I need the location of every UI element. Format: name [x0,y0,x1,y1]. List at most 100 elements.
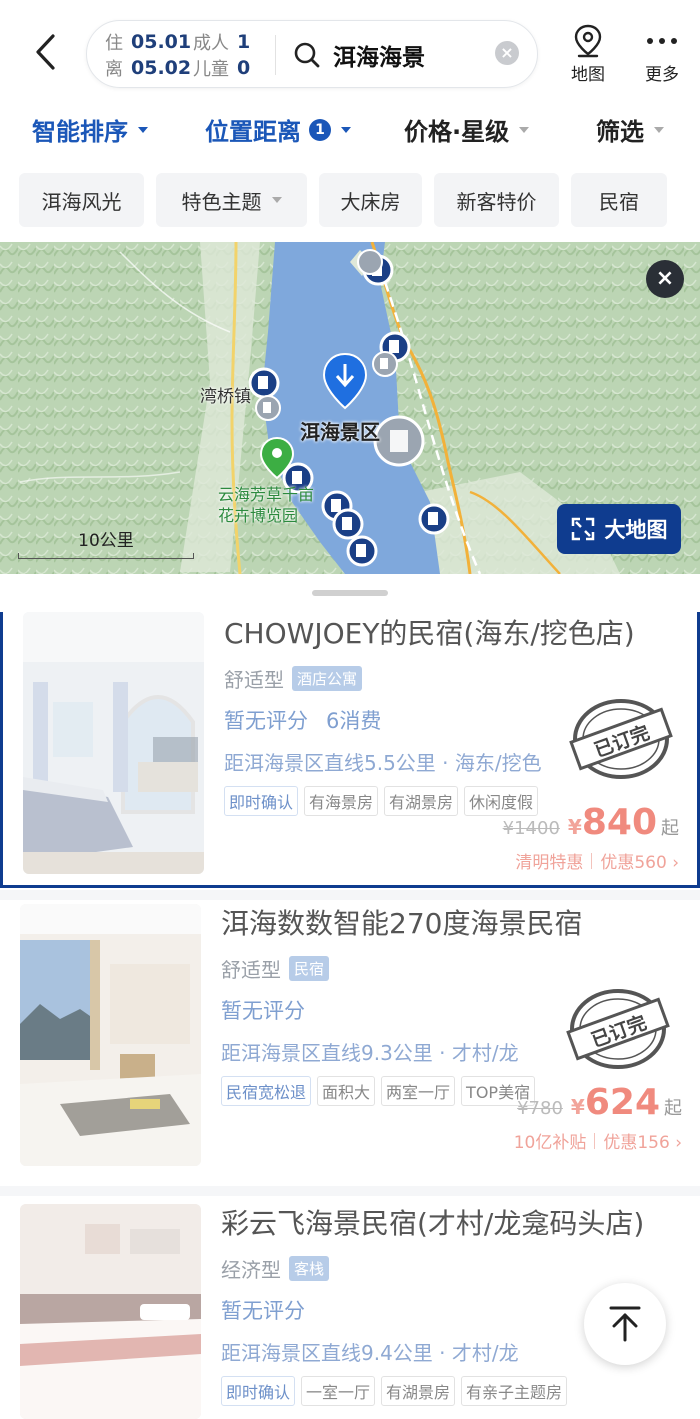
map-label: 地图 [571,65,605,85]
divider [0,890,700,900]
tab-label: 价格·星级 [404,118,510,146]
more-button[interactable]: 更多 [634,22,690,85]
hotel-card[interactable]: 洱海数数智能270度海景民宿 舒适型 民宿 暂无评分 距洱海景区直线9.3公里 … [0,902,700,1172]
chip-label: 特色主题 [181,189,262,214]
sold-out-stamp: 已订完 [566,989,670,1069]
hotel-grade: 经济型 [221,1258,281,1282]
discount-label: 优惠156 › [603,1133,682,1153]
search-bar[interactable]: 住 05.01 成人 1 离 05.02 儿童 0 洱海海景 × [86,20,538,88]
original-price: ¥1400 [502,818,560,839]
tab-label: 智能排序 [32,118,128,146]
hotel-photo [20,904,201,1166]
filter-tabs: 智能排序 位置距离 1 价格·星级 筛选 [0,108,700,152]
price: 840 [581,802,657,843]
more-label: 更多 [645,65,679,85]
caret-down-icon [519,126,530,133]
map-scale: 10公里 [18,526,194,559]
rating: 暂无评分 [224,709,308,733]
divider [594,1132,596,1149]
search-keyword[interactable]: 洱海海景 [333,38,425,72]
clear-icon[interactable]: × [495,41,519,65]
hotel-photo-image [20,904,201,1166]
chip-theme[interactable]: 特色主题 [156,173,307,227]
hotel-card[interactable]: CHOWJOEY的民宿(海东/挖色店) 舒适型 酒店公寓 暂无评分 6消费 距洱海… [0,612,700,888]
hotel-grade-row: 舒适型 酒店公寓 [224,664,679,693]
promo-label: 清明特惠 [515,853,584,873]
caret-down-icon [271,197,282,203]
date-guest-selector[interactable]: 住 05.01 成人 1 离 05.02 儿童 0 [105,29,270,81]
feature-tags: 即时确认 一室一厅 有湖景房 有亲子主题房 [221,1376,682,1406]
promo-label: 10亿补贴 [513,1133,587,1153]
feature-tag: 即时确认 [224,786,299,816]
price-symbol: ¥ [570,1095,585,1119]
consumption-count: 6消费 [326,709,382,733]
feature-tag: 有亲子主题房 [461,1376,568,1406]
hotel-name: 洱海数数智能270度海景民宿 [221,907,583,940]
poi-label-line: 花卉博览园 [218,506,299,525]
child-count: 0 [237,57,251,79]
hotel-grade-row: 舒适型 民宿 [221,954,682,983]
feature-tag: 有海景房 [304,786,379,816]
arrow-up-icon [609,1306,641,1342]
checkout-date: 05.02 [131,57,192,79]
back-button[interactable] [28,32,62,72]
discount-label: 优惠560 › [600,853,679,873]
expand-icon [571,517,594,541]
hotel-grade: 舒适型 [224,668,284,692]
price-row: ¥1400 ¥ 840 起 [503,802,679,843]
feature-tag: 有湖景房 [384,786,459,816]
scale-label: 10公里 [78,531,134,551]
adult-label: 成人 [193,33,229,54]
checkin-date: 05.01 [131,31,192,53]
child-label: 儿童 [193,59,229,80]
chip[interactable]: 洱海风光 [19,173,144,227]
category-tag: 客栈 [289,1256,330,1281]
header: 住 05.01 成人 1 离 05.02 儿童 0 洱海海景 × 地图 更多 [0,0,700,105]
hotel-photo [23,612,204,874]
feature-tag: 即时确认 [221,1376,296,1406]
quick-filter-chips: 洱海风光 特色主题 大床房 新客特价 民宿 [0,173,700,227]
price-row: ¥780 ¥ 624 起 [517,1082,682,1123]
price-suffix: 起 [664,1098,682,1119]
big-map-button[interactable]: 大地图 [557,504,681,554]
original-price: ¥780 [517,1098,563,1119]
hotel-name: 彩云飞海景民宿(才村/龙龛码头店) [221,1207,645,1240]
tab-filter[interactable]: 筛选 [596,112,664,147]
tab-smart-sort[interactable]: 智能排序 [32,112,148,147]
category-tag: 酒店公寓 [292,666,363,691]
chevron-left-icon [36,34,55,70]
promo-row[interactable]: 10亿补贴 优惠156 › [514,1128,682,1153]
hotel-list-sheet: CHOWJOEY的民宿(海东/挖色店) 舒适型 酒店公寓 暂无评分 6消费 距洱海… [0,574,700,1419]
hotel-photo-image [23,612,204,874]
big-map-label: 大地图 [604,518,668,542]
search-icon [294,42,320,68]
map-view[interactable]: 湾桥镇 洱海景区 云海芳草千亩 花卉博览园 10公里 × 大地图 [0,242,700,574]
feature-tag: 面积大 [317,1076,376,1106]
feature-tag: 一室一厅 [301,1376,376,1406]
chip[interactable]: 大床房 [319,173,422,227]
hotel-name: CHOWJOEY的民宿(海东/挖色店) [224,617,635,650]
place-label: 湾桥镇 [200,387,251,407]
close-icon[interactable]: × [646,260,684,298]
price-symbol: ¥ [567,815,582,839]
checkin-label: 住 [105,33,123,54]
caret-down-icon [654,126,664,133]
adult-count: 1 [237,31,251,53]
chip[interactable]: 民宿 [571,173,667,227]
hotel-grade-row: 经济型 客栈 [221,1254,682,1283]
tab-price-star[interactable]: 价格·星级 [404,112,530,147]
promo-row[interactable]: 清明特惠 优惠560 › [515,848,679,873]
map-button[interactable]: 地图 [560,22,616,85]
drag-handle[interactable] [312,590,388,596]
category-tag: 民宿 [289,956,330,981]
feature-tag: 民宿宽松退 [221,1076,312,1106]
location-pin-icon [574,24,602,58]
feature-tag: 两室一厅 [381,1076,456,1106]
price-suffix: 起 [661,818,679,839]
tab-location-distance[interactable]: 位置距离 1 [205,112,351,147]
chip[interactable]: 新客特价 [434,173,559,227]
divider [0,1186,700,1196]
hotel-grade: 舒适型 [221,958,281,982]
back-to-top-button[interactable] [584,1283,666,1365]
tab-label: 位置距离 [205,118,301,146]
